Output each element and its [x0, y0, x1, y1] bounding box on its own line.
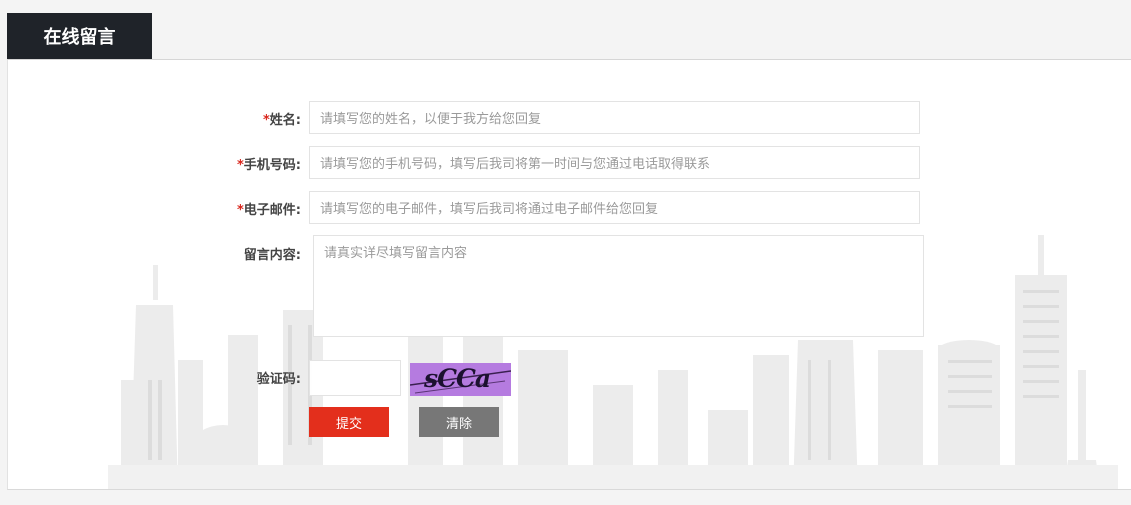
required-mark: *	[262, 113, 270, 128]
submit-label: 提交	[335, 416, 362, 432]
name-input[interactable]: 请填写您的姓名，以便于我方给您回复	[309, 101, 920, 134]
email-input[interactable]: 请填写您的电子邮件，填写后我司将通过电子邮件给您回复	[309, 191, 920, 224]
captcha-text: sCCa	[424, 364, 491, 393]
message-placeholder: 请真实详尽填写留言内容	[324, 246, 468, 261]
captcha-input[interactable]	[309, 360, 401, 396]
message-form-panel: *姓名: 请填写您的姓名，以便于我方给您回复 *手机号码: 请填写您的手机号码，…	[7, 59, 1131, 490]
clear-label: 清除	[445, 416, 472, 432]
required-mark: *	[236, 203, 244, 218]
message-textarea[interactable]: 请真实详尽填写留言内容	[313, 235, 924, 337]
message-label: 留言内容:	[243, 248, 301, 263]
captcha-image[interactable]: sCCa	[410, 363, 511, 396]
tab-title: 在线留言	[43, 27, 116, 48]
name-label: *姓名:	[262, 113, 301, 128]
email-label: *电子邮件:	[236, 203, 301, 218]
clear-button[interactable]: 清除	[419, 407, 499, 437]
captcha-label: 验证码:	[256, 372, 301, 387]
phone-placeholder: 请填写您的手机号码，填写后我司将第一时间与您通过电话取得联系	[320, 157, 711, 172]
submit-button[interactable]: 提交	[309, 407, 389, 437]
phone-input[interactable]: 请填写您的手机号码，填写后我司将第一时间与您通过电话取得联系	[309, 146, 920, 179]
name-placeholder: 请填写您的姓名，以便于我方给您回复	[320, 112, 542, 127]
phone-label: *手机号码:	[236, 158, 301, 173]
email-placeholder: 请填写您的电子邮件，填写后我司将通过电子邮件给您回复	[320, 202, 659, 217]
required-mark: *	[236, 158, 244, 173]
tab-online-message[interactable]: 在线留言	[7, 13, 152, 59]
